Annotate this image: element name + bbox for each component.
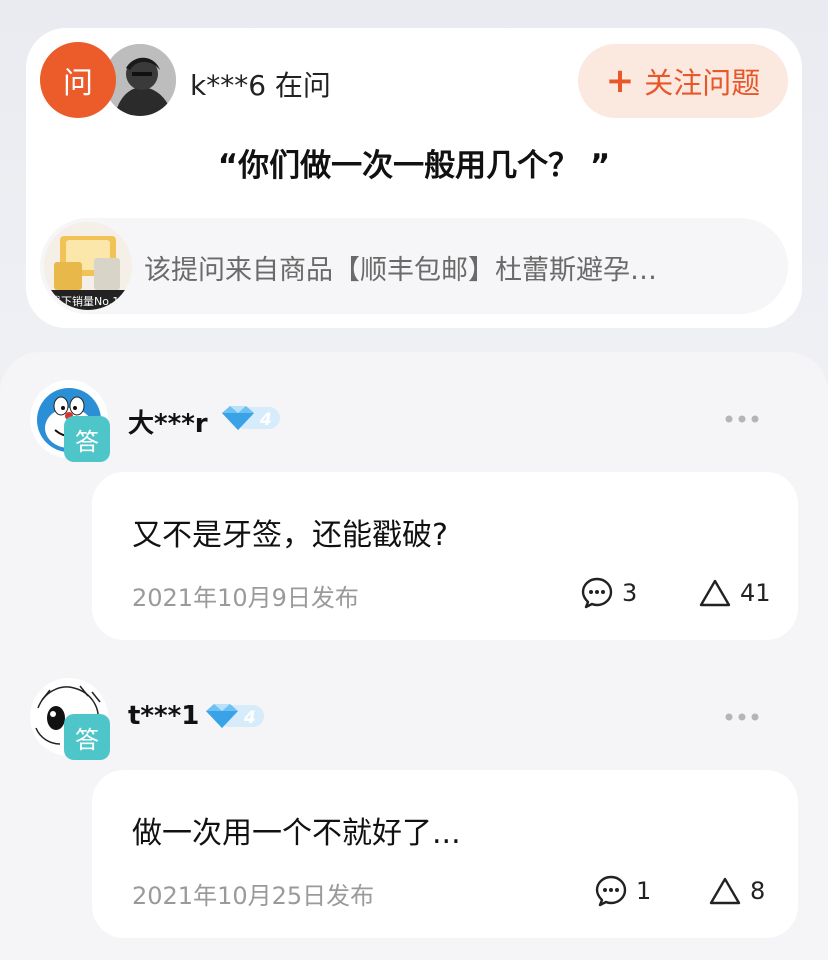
follow-question-label: 关注问题 bbox=[644, 66, 761, 100]
product-source-link[interactable]: 线下销量No.1 该提问来自商品【顺丰包邮】杜蕾斯避孕… bbox=[40, 218, 788, 314]
product-thumb-caption: 线下销量No.1 bbox=[50, 295, 120, 308]
answer-date: 2021年10月9日发布 bbox=[132, 584, 359, 612]
comment-icon bbox=[595, 875, 627, 907]
triangle-like-icon bbox=[699, 579, 731, 607]
asker-name: k***6 在问 bbox=[190, 69, 331, 102]
answer-date: 2021年10月25日发布 bbox=[132, 882, 375, 910]
level-number: 4 bbox=[259, 410, 272, 430]
product-thumbnail: 线下销量No.1 bbox=[44, 222, 132, 310]
level-number: 4 bbox=[243, 708, 256, 728]
comment-button[interactable]: 3 bbox=[580, 576, 637, 610]
answer-text: 做一次用一个不就好了... bbox=[132, 816, 461, 851]
like-count: 41 bbox=[740, 579, 771, 607]
more-options-icon[interactable] bbox=[724, 414, 760, 424]
answer-text: 又不是牙签，还能戳破? bbox=[132, 518, 448, 553]
answer-badge: 答 bbox=[64, 416, 110, 462]
product-source-text: 该提问来自商品【顺丰包邮】杜蕾斯避孕… bbox=[144, 255, 657, 286]
answer-card[interactable]: 做一次用一个不就好了... 2021年10月25日发布 1 8 bbox=[92, 770, 798, 938]
answerer-name: 大***r bbox=[128, 409, 208, 439]
follow-question-button[interactable]: + 关注问题 bbox=[578, 44, 788, 118]
question-badge: 问 bbox=[40, 42, 116, 118]
answerer-avatar[interactable]: 答 bbox=[30, 678, 110, 760]
answerer-name: t***1 bbox=[128, 701, 200, 731]
like-button[interactable]: 41 bbox=[698, 576, 771, 610]
answer-badge: 答 bbox=[64, 714, 110, 760]
like-count: 8 bbox=[750, 877, 766, 905]
plus-icon: + bbox=[605, 61, 635, 101]
comment-icon bbox=[581, 577, 613, 609]
comment-count: 3 bbox=[622, 579, 638, 607]
like-button[interactable]: 8 bbox=[708, 874, 765, 908]
more-options-icon[interactable] bbox=[724, 712, 760, 722]
question-card: 问 k***6 在问 + 关注问题 “你们做一次一般用几个？ ” 线下销量No.… bbox=[26, 28, 802, 328]
triangle-like-icon bbox=[709, 877, 741, 905]
comment-button[interactable]: 1 bbox=[594, 874, 651, 908]
question-text: “你们做一次一般用几个？ ” bbox=[217, 148, 611, 184]
diamond-level-badge: 4 bbox=[222, 406, 280, 430]
diamond-level-badge: 4 bbox=[206, 704, 264, 728]
comment-count: 1 bbox=[636, 877, 652, 905]
answerer-avatar[interactable]: 答 bbox=[30, 380, 110, 462]
answer-card[interactable]: 又不是牙签，还能戳破? 2021年10月9日发布 3 41 bbox=[92, 472, 798, 640]
